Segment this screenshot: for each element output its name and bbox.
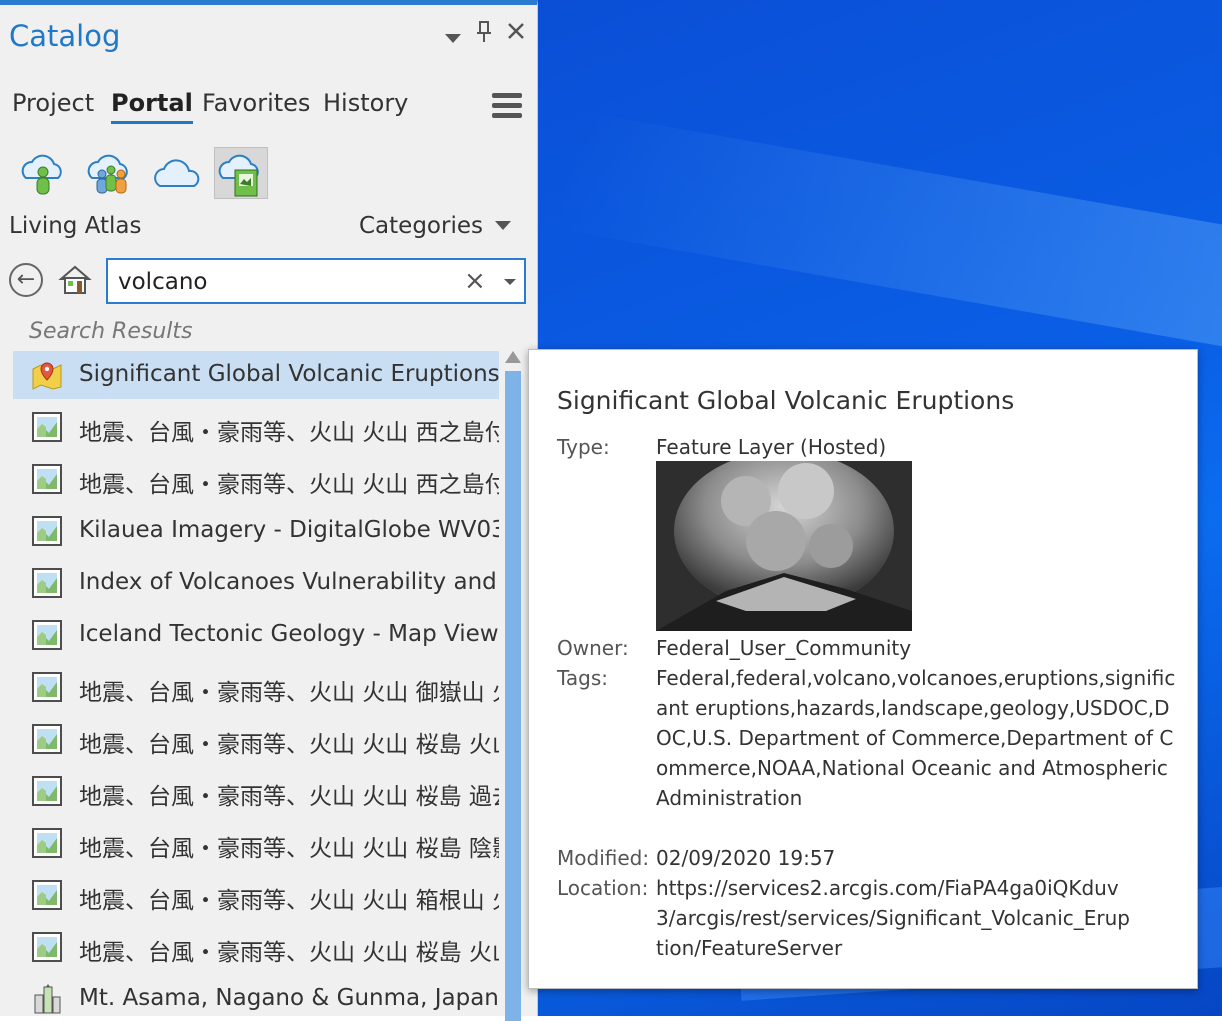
clear-search-icon[interactable]: × xyxy=(464,266,486,296)
cloud-icon xyxy=(154,159,200,187)
map-image-layer-icon xyxy=(31,619,63,651)
result-item-label: 地震、台風・豪雨等、火山 火山 桜島 過去 xyxy=(79,784,499,810)
tab-favorites[interactable]: Favorites xyxy=(202,89,310,117)
tags-value: Federal,federal,volcano,volcanoes,erupti… xyxy=(656,666,1176,810)
result-item-label: 地震、台風・豪雨等、火山 火山 西之島付 xyxy=(79,420,499,446)
back-icon[interactable]: ← xyxy=(9,263,43,297)
result-item-label: Kilauea Imagery - DigitalGlobe WV03 xyxy=(79,517,499,543)
results-list: Significant Global Volcanic Eruptions 地震、… xyxy=(13,351,499,1021)
map-image-layer-icon xyxy=(31,879,63,911)
pin-icon[interactable] xyxy=(476,21,492,49)
close-icon[interactable] xyxy=(506,21,526,47)
result-item[interactable]: Significant Global Volcanic Eruptions xyxy=(13,351,499,399)
chevron-down-icon[interactable] xyxy=(495,221,511,230)
result-item-label: 地震、台風・豪雨等、火山 火山 桜島 陰影 xyxy=(79,836,499,862)
result-item[interactable]: 地震、台風・豪雨等、火山 火山 西之島付 xyxy=(13,403,499,451)
result-item-label: Significant Global Volcanic Eruptions xyxy=(79,361,499,387)
all-portal-button[interactable] xyxy=(151,147,205,199)
groups-button[interactable] xyxy=(83,147,137,199)
cloud-group-icon xyxy=(87,154,128,194)
modified-label: Modified: xyxy=(557,846,650,870)
tab-portal[interactable]: Portal xyxy=(111,89,193,124)
catalog-pane: Catalog Project Portal Favorites History xyxy=(0,0,538,1021)
result-item[interactable]: Mt. Asama, Nagano & Gunma, Japan xyxy=(13,975,499,1021)
result-item-label: Mt. Asama, Nagano & Gunma, Japan xyxy=(79,985,499,1011)
result-item[interactable]: 地震、台風・豪雨等、火山 火山 西之島付 xyxy=(13,455,499,503)
living-atlas-icon xyxy=(218,154,259,197)
map-image-layer-icon xyxy=(31,931,63,963)
item-details-popup: Significant Global Volcanic Eruptions Ty… xyxy=(528,349,1198,989)
result-item-label: 地震、台風・豪雨等、火山 火山 箱根山 火 xyxy=(79,888,499,914)
result-item[interactable]: Index of Volcanoes Vulnerability and Th xyxy=(13,559,499,607)
hamburger-menu-icon[interactable] xyxy=(492,93,522,123)
pane-title: Catalog xyxy=(9,19,121,53)
result-item[interactable]: 地震、台風・豪雨等、火山 火山 桜島 過去 xyxy=(13,767,499,815)
tags-label: Tags: xyxy=(557,666,609,690)
search-results-heading: Search Results xyxy=(29,319,193,344)
result-item-label: 地震、台風・豪雨等、火山 火山 桜島 火山 xyxy=(79,940,499,966)
owner-value: Federal_User_Community xyxy=(656,636,912,660)
scroll-up-icon[interactable] xyxy=(505,351,521,363)
result-item[interactable]: 地震、台風・豪雨等、火山 火山 箱根山 火 xyxy=(13,871,499,919)
map-image-layer-icon xyxy=(31,827,63,859)
portal-source-label: Living Atlas xyxy=(9,213,142,239)
result-item[interactable]: 地震、台風・豪雨等、火山 火山 桜島 火山 xyxy=(13,715,499,763)
type-value: Feature Layer (Hosted) xyxy=(656,435,887,459)
result-item-label: Index of Volcanoes Vulnerability and Th xyxy=(79,569,499,595)
result-item[interactable]: Kilauea Imagery - DigitalGlobe WV03 xyxy=(13,507,499,555)
scene-layer-icon xyxy=(31,983,63,1015)
result-item[interactable]: 地震、台風・豪雨等、火山 火山 桜島 火山 xyxy=(13,923,499,971)
result-item[interactable]: 地震、台風・豪雨等、火山 火山 御嶽山 火 xyxy=(13,663,499,711)
search-input-value[interactable]: volcano xyxy=(118,269,207,295)
cloud-user-icon xyxy=(21,154,62,195)
search-history-dropdown-icon[interactable] xyxy=(504,279,516,285)
result-item[interactable]: Iceland Tectonic Geology - Map View xyxy=(13,611,499,659)
map-image-layer-icon xyxy=(31,671,63,703)
map-image-layer-icon xyxy=(31,463,63,495)
home-icon[interactable] xyxy=(58,263,92,297)
result-item[interactable]: 地震、台風・豪雨等、火山 火山 桜島 陰影 xyxy=(13,819,499,867)
map-image-layer-icon xyxy=(31,775,63,807)
result-item-label: 地震、台風・豪雨等、火山 火山 御嶽山 火 xyxy=(79,680,499,706)
map-image-layer-icon xyxy=(31,515,63,547)
my-content-button[interactable] xyxy=(15,147,69,199)
owner-label: Owner: xyxy=(557,636,629,660)
search-input[interactable]: volcano × xyxy=(106,258,526,304)
popup-title: Significant Global Volcanic Eruptions xyxy=(557,386,1015,415)
tab-history[interactable]: History xyxy=(323,89,408,117)
location-label: Location: xyxy=(557,876,649,900)
type-label: Type: xyxy=(557,435,610,459)
map-image-layer-icon xyxy=(31,411,63,443)
location-value: https://services2.arcgis.com/FiaPA4ga0iQ… xyxy=(656,876,1130,960)
results-scrollbar[interactable] xyxy=(505,351,521,1021)
feature-layer-icon xyxy=(31,359,63,391)
map-image-layer-icon xyxy=(31,723,63,755)
pane-options-icon[interactable] xyxy=(444,25,462,50)
categories-dropdown[interactable]: Categories xyxy=(359,213,483,239)
result-item-label: Iceland Tectonic Geology - Map View xyxy=(79,621,499,647)
scrollbar-thumb[interactable] xyxy=(505,371,521,1021)
modified-value: 02/09/2020 19:57 xyxy=(656,846,836,870)
result-item-label: 地震、台風・豪雨等、火山 火山 桜島 火山 xyxy=(79,732,499,758)
desktop-light-beam xyxy=(552,110,1222,350)
item-thumbnail xyxy=(656,461,912,631)
tab-project[interactable]: Project xyxy=(12,89,94,117)
living-atlas-button[interactable] xyxy=(214,147,268,199)
result-item-label: 地震、台風・豪雨等、火山 火山 西之島付 xyxy=(79,472,499,498)
map-image-layer-icon xyxy=(31,567,63,599)
